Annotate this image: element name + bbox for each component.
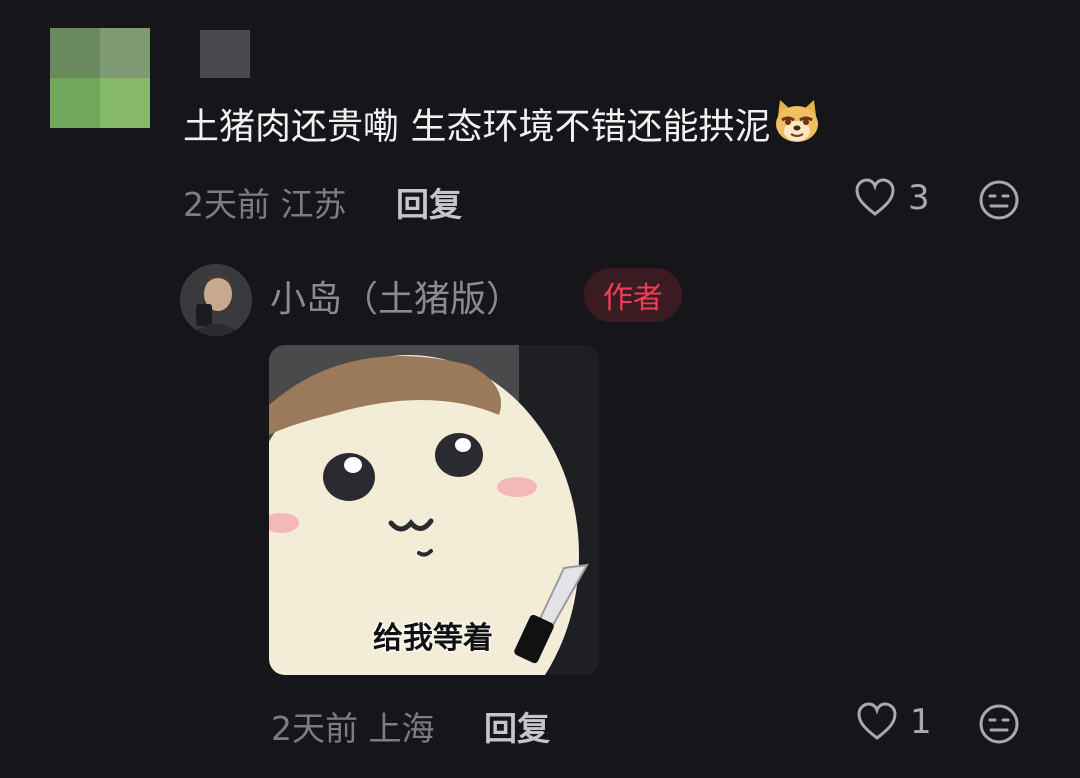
reply-dislike-button[interactable]: [978, 703, 1020, 749]
meh-face-icon: [979, 704, 1019, 744]
reply-like-count: 1: [910, 702, 932, 742]
author-avatar[interactable]: [180, 264, 252, 336]
commenter-username-redacted[interactable]: [200, 30, 250, 78]
reply-sticker-image[interactable]: 给我等着: [269, 345, 599, 675]
reply-reply-button[interactable]: 回复: [484, 702, 550, 750]
reply-location: 上海: [368, 709, 435, 748]
author-badge: 作者: [584, 268, 682, 322]
reply-meta: 2天前 上海: [271, 702, 435, 750]
doge-icon: [772, 98, 822, 159]
commenter-avatar[interactable]: [50, 28, 150, 128]
heart-icon: [855, 178, 895, 216]
heart-icon: [857, 702, 897, 740]
comment-time: 2天前: [183, 185, 270, 224]
comment-meta: 2天前 江苏: [183, 178, 347, 226]
comment-location: 江苏: [280, 185, 347, 224]
author-name[interactable]: 小岛（土猪版）: [270, 270, 522, 322]
comment-text: 土猪肉还贵嘞 生态环境不错还能拱泥: [183, 98, 822, 159]
meh-face-icon: [979, 180, 1019, 220]
reply-time: 2天前: [271, 709, 358, 748]
sticker-caption: 给我等着: [373, 621, 493, 656]
reply-like-button[interactable]: 1: [856, 702, 932, 742]
comment-dislike-button[interactable]: [978, 179, 1020, 225]
comment-like-count: 3: [908, 178, 930, 218]
comment-body: 土猪肉还贵嘞 生态环境不错还能拱泥: [183, 106, 771, 148]
comment-reply-button[interactable]: 回复: [396, 178, 462, 226]
comment-like-button[interactable]: 3: [854, 178, 930, 218]
